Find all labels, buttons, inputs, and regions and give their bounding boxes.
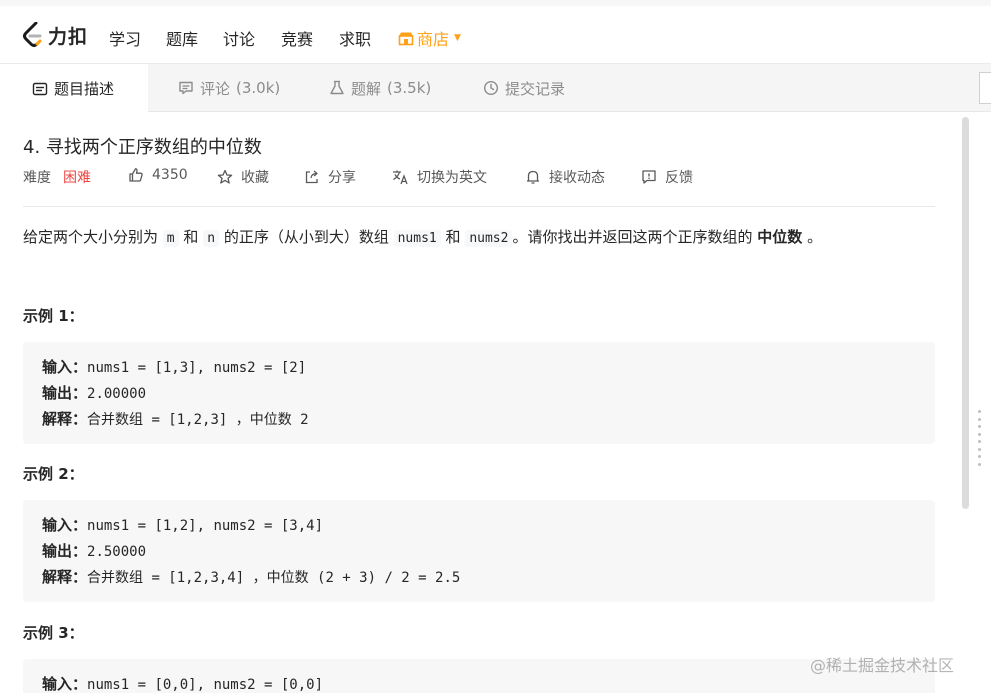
problem-tabs: 题目描述 评论 (3.0k) 题解 (3.5k) 提交记录 [0, 64, 991, 113]
input-value: nums1 = [1,2], nums2 = [3,4] [87, 518, 324, 534]
bell-icon [527, 170, 539, 184]
tab-solutions-count: (3.5k) [387, 79, 432, 97]
example-2-explain: 解释：合并数组 = [1,2,3,4] ，中位数 (2 + 3) / 2 = 2… [42, 564, 935, 590]
tab-description-label: 题目描述 [54, 80, 115, 98]
feedback-label: 反馈 [665, 170, 693, 186]
example-1-block: 输入：nums1 = [1,3], nums2 = [2] 输出：2.00000… [23, 342, 935, 444]
problem-description-panel: 4. 寻找两个正序数组的中位数 难度 困难 4350 收藏 分享 切换为英文 接… [0, 113, 958, 693]
statement-code-n: n [203, 230, 220, 247]
switch-language-button[interactable]: 切换为英文 [392, 167, 487, 187]
input-label: 输入： [42, 516, 88, 534]
statement-text-2: 和 [183, 228, 199, 246]
tab-solutions[interactable]: 题解 (3.5k) [329, 64, 431, 112]
panel-collapse-handle[interactable] [979, 72, 991, 104]
nav-store[interactable]: 商店 ▼ [398, 26, 461, 50]
tab-solutions-label: 题解 [351, 79, 382, 98]
nav-discuss[interactable]: 讨论 [223, 26, 255, 50]
share-icon [305, 170, 318, 184]
input-label: 输入： [42, 358, 88, 376]
difficulty-badge: 困难 [63, 170, 91, 186]
nav-jobs[interactable]: 求职 [339, 26, 371, 50]
store-icon [398, 32, 414, 45]
leetcode-logo[interactable]: 力扣 [22, 20, 88, 50]
tab-comments-count: (3.0k) [236, 79, 281, 97]
star-icon [217, 169, 233, 184]
feedback-button[interactable]: 反馈 [641, 167, 693, 187]
output-label: 输出： [42, 542, 88, 560]
example-1-explain: 解释：合并数组 = [1,2,3] ，中位数 2 [42, 406, 935, 432]
clock-icon [483, 80, 499, 96]
statement-code-nums1: nums1 [393, 230, 441, 247]
explain-value: 合并数组 = [1,2,3] ，中位数 2 [87, 412, 309, 428]
statement-bold-median: 中位数 [757, 228, 803, 246]
problem-statement: 给定两个大小分别为 m 和 n 的正序（从小到大）数组 nums1 和 nums… [23, 226, 935, 250]
like-button[interactable]: 4350 [128, 167, 188, 183]
nav-problemset[interactable]: 题库 [166, 26, 198, 50]
example-1-title: 示例 1： [23, 307, 84, 325]
leetcode-logo-icon [23, 22, 42, 47]
tab-comments[interactable]: 评论 (3.0k) [178, 64, 280, 112]
example-2-title: 示例 2： [23, 465, 84, 483]
statement-text-3: 的正序（从小到大）数组 [223, 228, 389, 246]
translate-icon [393, 170, 408, 185]
like-count: 4350 [152, 167, 188, 183]
output-value: 2.00000 [87, 386, 147, 402]
explain-label: 解释： [42, 410, 88, 428]
output-value: 2.50000 [87, 544, 147, 560]
input-label: 输入： [42, 675, 88, 693]
nav-store-label: 商店 [417, 30, 450, 49]
statement-text-4: 和 [445, 228, 461, 246]
tab-comments-label: 评论 [200, 79, 231, 98]
chevron-down-icon: ▼ [454, 33, 461, 43]
thumbs-up-icon [129, 168, 143, 182]
favorite-label: 收藏 [241, 170, 269, 186]
share-button[interactable]: 分享 [304, 167, 356, 187]
feedback-icon [642, 170, 656, 184]
logo-text: 力扣 [48, 25, 89, 48]
notify-label: 接收动态 [549, 170, 605, 186]
input-value: nums1 = [1,3], nums2 = [2] [87, 360, 307, 376]
tab-submissions[interactable]: 提交记录 [483, 64, 565, 112]
comment-icon [179, 81, 193, 95]
example-2-block: 输入：nums1 = [1,2], nums2 = [3,4] 输出：2.500… [23, 500, 935, 602]
watermark: @稀土掘金技术社区 [810, 656, 955, 675]
example-2-input: 输入：nums1 = [1,2], nums2 = [3,4] [42, 512, 935, 538]
problem-title: 4. 寻找两个正序数组的中位数 [23, 137, 262, 158]
example-1-output: 输出：2.00000 [42, 380, 935, 406]
statement-code-nums2: nums2 [465, 230, 513, 247]
example-1-input: 输入：nums1 = [1,3], nums2 = [2] [42, 354, 935, 380]
tab-submissions-label: 提交记录 [505, 79, 566, 98]
problem-meta-bar: 难度 困难 4350 收藏 分享 切换为英文 接收动态 反馈 [23, 167, 923, 187]
input-value: nums1 = [0,0], nums2 = [0,0] [87, 677, 324, 693]
nav-learn[interactable]: 学习 [109, 26, 141, 50]
description-scrollbar[interactable] [960, 113, 970, 693]
statement-text-1: 给定两个大小分别为 [23, 228, 159, 246]
nav-contest[interactable]: 竞赛 [281, 26, 313, 50]
difficulty-label: 难度 [23, 170, 51, 186]
statement-code-m: m [162, 230, 179, 247]
output-label: 输出： [42, 384, 88, 402]
explain-label: 解释： [42, 568, 88, 586]
description-icon [32, 82, 48, 95]
favorite-button[interactable]: 收藏 [217, 167, 269, 187]
flask-icon [330, 80, 344, 95]
statement-text-5: 。请你找出并返回这两个正序数组的 [512, 228, 753, 246]
tab-description[interactable]: 题目描述 [0, 64, 148, 113]
notify-button[interactable]: 接收动态 [525, 167, 605, 187]
example-3-title: 示例 3： [23, 624, 84, 642]
switch-language-label: 切换为英文 [417, 170, 487, 186]
statement-text-6: 。 [807, 228, 823, 246]
example-3-input: 输入：nums1 = [0,0], nums2 = [0,0] [42, 671, 935, 693]
splitter-drag-handle[interactable] [976, 410, 982, 466]
example-3-block: 输入：nums1 = [0,0], nums2 = [0,0] [23, 659, 935, 693]
top-navigation: 力扣 学习 题库 讨论 竞赛 求职 商店 ▼ [0, 0, 991, 64]
share-label: 分享 [328, 170, 356, 186]
example-2-output: 输出：2.50000 [42, 538, 935, 564]
explain-value: 合并数组 = [1,2,3,4] ，中位数 (2 + 3) / 2 = 2.5 [87, 570, 461, 586]
meta-divider [23, 206, 935, 207]
scrollbar-thumb[interactable] [962, 117, 969, 509]
